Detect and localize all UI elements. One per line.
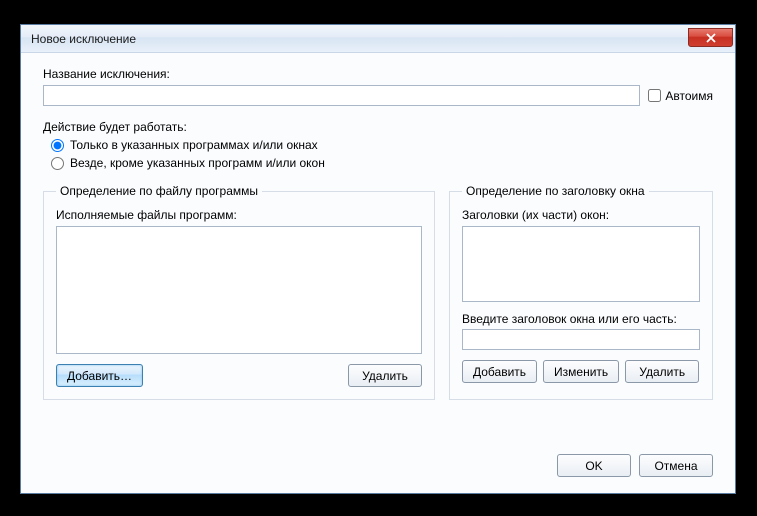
- bytitle-legend: Определение по заголовку окна: [462, 184, 649, 198]
- close-button[interactable]: [688, 28, 733, 47]
- cancel-button[interactable]: Отмена: [639, 454, 713, 477]
- dialog-footer: OK Отмена: [557, 454, 713, 477]
- action-label: Действие будет работать:: [43, 120, 713, 134]
- autoname-wrap[interactable]: Автоимя: [648, 89, 713, 103]
- executable-files-listbox[interactable]: [56, 226, 422, 354]
- byfile-add-button[interactable]: Добавить…: [56, 364, 143, 387]
- radio-only-wrap[interactable]: Только в указанных программах и/или окна…: [51, 138, 713, 152]
- window-title-input[interactable]: [462, 329, 700, 350]
- window-titles-listbox[interactable]: [462, 226, 700, 302]
- dialog-window: Новое исключение Название исключения: Ав…: [20, 24, 736, 494]
- radio-only[interactable]: [51, 139, 64, 152]
- bytitle-edit-button[interactable]: Изменить: [543, 360, 619, 383]
- bytitle-input-label: Введите заголовок окна или его часть:: [462, 312, 700, 326]
- exception-name-input[interactable]: [43, 85, 640, 106]
- autoname-checkbox[interactable]: [648, 89, 661, 102]
- autoname-label: Автоимя: [665, 89, 713, 103]
- close-icon: [705, 33, 717, 43]
- byfile-legend: Определение по файлу программы: [56, 184, 262, 198]
- bytitle-list-label: Заголовки (их части) окон:: [462, 208, 700, 222]
- titlebar: Новое исключение: [21, 25, 735, 53]
- byfile-list-label: Исполняемые файлы программ:: [56, 208, 422, 222]
- radio-except-wrap[interactable]: Везде, кроме указанных программ и/или ок…: [51, 156, 713, 170]
- ok-button[interactable]: OK: [557, 454, 631, 477]
- fieldset-by-file: Определение по файлу программы Исполняем…: [43, 184, 435, 400]
- radio-only-label: Только в указанных программах и/или окна…: [70, 138, 318, 152]
- name-label: Название исключения:: [43, 67, 713, 81]
- byfile-delete-button[interactable]: Удалить: [348, 364, 422, 387]
- bytitle-add-button[interactable]: Добавить: [462, 360, 537, 383]
- fieldset-by-title: Определение по заголовку окна Заголовки …: [449, 184, 713, 400]
- radio-except[interactable]: [51, 157, 64, 170]
- radio-except-label: Везде, кроме указанных программ и/или ок…: [70, 156, 325, 170]
- action-radio-group: Только в указанных программах и/или окна…: [43, 138, 713, 170]
- bytitle-delete-button[interactable]: Удалить: [625, 360, 699, 383]
- window-title: Новое исключение: [31, 32, 688, 46]
- client-area: Название исключения: Автоимя Действие бу…: [21, 53, 735, 493]
